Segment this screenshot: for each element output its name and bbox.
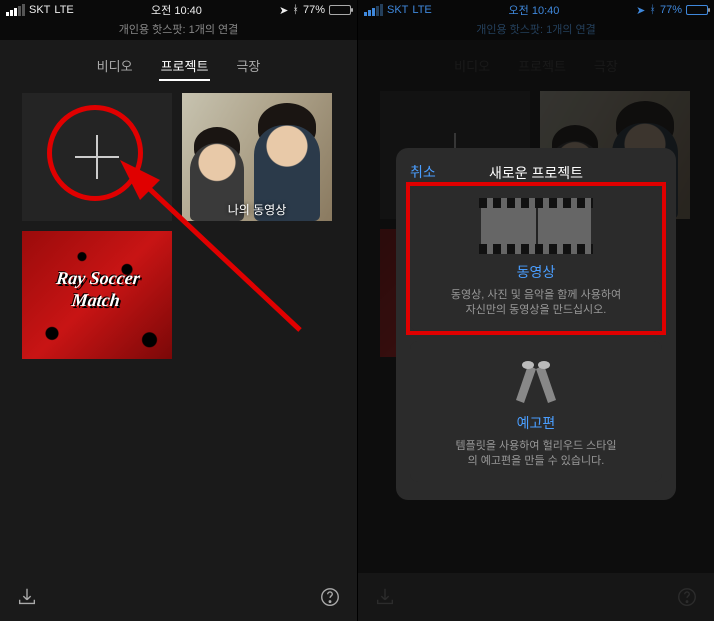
project-tile-my-video[interactable]: 나의 동영상 [182,93,332,221]
option-movie-desc: 동영상, 사진 및 음악을 함께 사용하여 자신만의 동영상을 만드십시오. [422,288,650,319]
add-project-tile[interactable] [22,93,172,221]
help-icon[interactable] [319,586,341,608]
filmstrip-icon [481,200,591,252]
battery-icon [329,5,351,15]
project-grid: 나의 동영상 Ray Soccer Match [0,93,357,359]
status-bar: SKT LTE 오전 10:40 ➤ ᚼ 77% [0,0,357,20]
screenshot-right: SKT LTE 오전 10:40 ➤ ᚼ 77% 개인용 핫스팟: 1개의 연결… [357,0,714,621]
modal-title: 새로운 프로젝트 [489,163,583,183]
top-tabs: 비디오 프로젝트 극장 [0,40,357,93]
tab-project[interactable]: 프로젝트 [159,52,211,81]
option-trailer-title: 예고편 [422,413,650,433]
poster-title: Ray Soccer Match [28,267,167,311]
tab-theater[interactable]: 극장 [234,52,262,81]
bluetooth-icon: ᚼ [292,4,299,16]
option-trailer-desc: 템플릿을 사용하여 헐리우드 스타일 의 예고편을 만들 수 있습니다. [422,439,650,470]
option-movie-title: 동영상 [422,262,650,282]
battery-pct-label: 77% [303,4,325,16]
network-label: LTE [54,4,73,16]
cancel-button[interactable]: 취소 [410,162,436,182]
carrier-label: SKT [29,4,50,16]
hotspot-subtitle: 개인용 핫스팟: 1개의 연결 [0,20,357,40]
bottom-toolbar [0,573,357,621]
screenshot-left: SKT LTE 오전 10:40 ➤ ᚼ 77% 개인용 핫스팟: 1개의 연결… [0,0,357,621]
spotlights-icon [506,355,566,405]
location-icon: ➤ [279,4,288,17]
option-trailer[interactable]: 예고편 템플릿을 사용하여 헐리우드 스타일 의 예고편을 만들 수 있습니다. [410,341,662,482]
project-tile-soccer[interactable]: Ray Soccer Match [22,231,172,359]
plus-icon [75,135,119,179]
signal-icon [6,4,25,16]
project-caption: 나의 동영상 [182,201,332,218]
import-icon[interactable] [16,586,38,608]
option-movie[interactable]: 동영상 동영상, 사진 및 음악을 함께 사용하여 자신만의 동영상을 만드십시… [410,186,662,331]
clock-label: 오전 10:40 [151,2,202,18]
tab-video[interactable]: 비디오 [95,52,135,81]
new-project-modal: 취소 새로운 프로젝트 동영상 동영상, 사진 및 음악을 함께 사용하여 자신… [396,148,676,500]
